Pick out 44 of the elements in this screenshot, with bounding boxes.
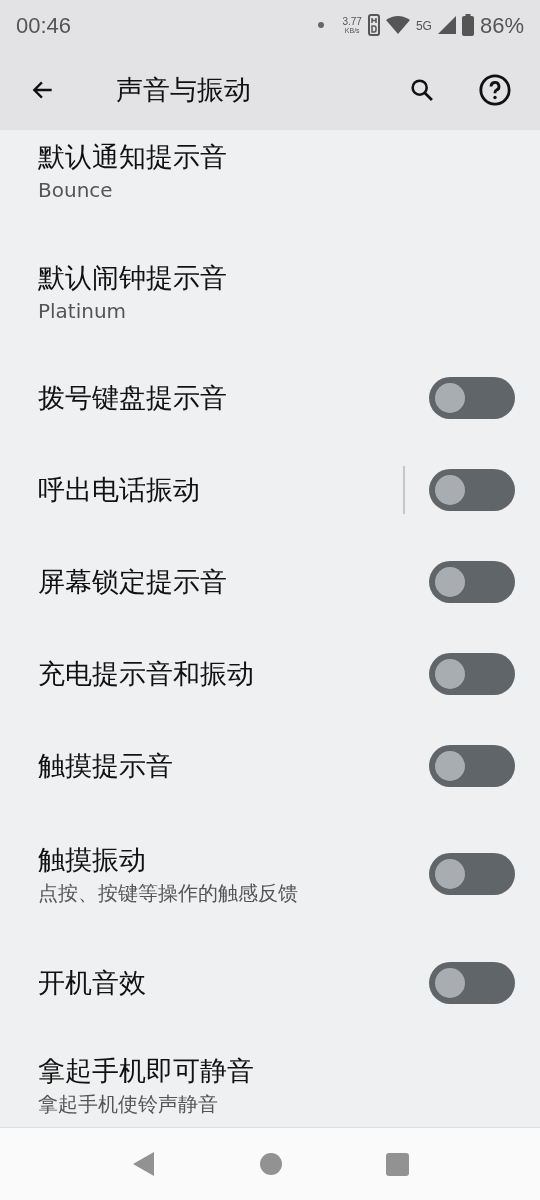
settings-row[interactable]: 触摸提示音	[0, 720, 540, 812]
setting-title: 屏幕锁定提示音	[38, 565, 228, 599]
setting-subtitle: 拿起手机使铃声静音	[38, 1091, 219, 1118]
toggle-switch[interactable]	[429, 561, 515, 603]
recents-nav-button[interactable]	[385, 1152, 409, 1176]
page-title: 声音与振动	[116, 72, 251, 107]
setting-subtitle: Platinum	[38, 298, 128, 325]
toggle-switch[interactable]	[429, 469, 515, 511]
settings-row[interactable]: 拨号键盘提示音	[0, 352, 540, 444]
setting-title: 拨号键盘提示音	[38, 381, 228, 415]
home-nav-button[interactable]	[259, 1153, 282, 1175]
signal-icon	[437, 16, 456, 34]
setting-title: 默认通知提示音	[38, 140, 228, 174]
setting-subtitle: 点按、按键等操作的触感反馈	[38, 880, 299, 907]
toggle-switch[interactable]	[429, 653, 515, 695]
setting-title: 触摸提示音	[38, 749, 174, 783]
setting-title: 呼出电话振动	[38, 473, 201, 507]
hd-icon	[367, 14, 380, 36]
toggle-switch[interactable]	[429, 377, 515, 419]
setting-title: 触摸振动	[38, 843, 147, 877]
settings-row[interactable]: 屏幕锁定提示音	[0, 536, 540, 628]
setting-title: 充电提示音和振动	[38, 657, 255, 691]
setting-title: 默认闹钟提示音	[38, 261, 228, 295]
network-speed: 3.77	[342, 16, 362, 27]
battery-icon	[461, 14, 474, 36]
settings-row[interactable]: 开机音效	[0, 936, 540, 1030]
battery-level: 86%	[479, 11, 524, 40]
setting-title: 拿起手机即可静音	[38, 1054, 255, 1088]
toggle-switch[interactable]	[429, 962, 515, 1004]
help-button[interactable]	[478, 73, 512, 107]
wifi-icon	[385, 16, 410, 34]
settings-row[interactable]: 默认通知提示音 Bounce	[0, 130, 540, 232]
settings-row[interactable]: 默认闹钟提示音 Platinum	[0, 232, 540, 352]
toggle-switch[interactable]	[429, 745, 515, 787]
clock: 00:46	[16, 11, 72, 40]
back-nav-button[interactable]	[131, 1151, 156, 1177]
setting-subtitle: Bounce	[38, 177, 114, 204]
setting-title: 开机音效	[38, 966, 147, 1000]
toggle-switch[interactable]	[429, 853, 515, 895]
settings-row[interactable]: 拿起手机即可静音 拿起手机使铃声静音	[0, 1030, 540, 1127]
settings-row[interactable]: 充电提示音和振动	[0, 628, 540, 720]
settings-row[interactable]: 触摸振动 点按、按键等操作的触感反馈	[0, 812, 540, 936]
settings-row[interactable]: 呼出电话振动	[0, 444, 540, 536]
network-type: 5G	[415, 17, 432, 35]
